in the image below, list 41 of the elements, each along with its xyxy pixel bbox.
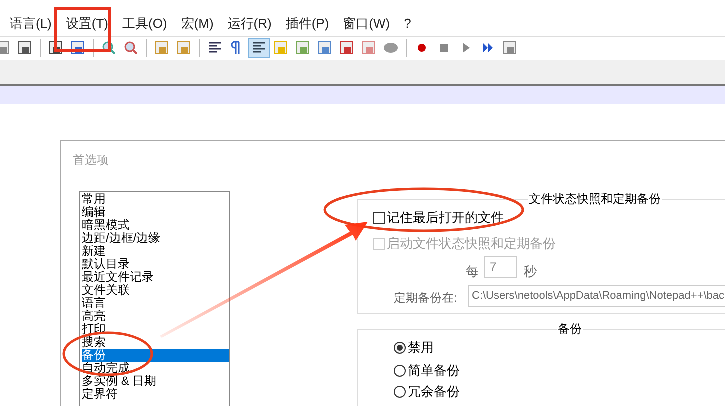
annotation-rectangle	[54, 8, 112, 52]
category-item[interactable]: 语言	[82, 297, 229, 310]
menu-item[interactable]: 插件(P)	[284, 14, 332, 34]
category-item[interactable]: 打印	[82, 323, 229, 336]
category-item[interactable]: 搜索	[82, 336, 229, 349]
backup-radio[interactable]: 简单备份	[394, 361, 460, 380]
menu-item[interactable]: 设置(T)	[64, 14, 110, 34]
every-label: 每	[466, 263, 479, 281]
path-label: 定期备份在:	[394, 290, 458, 307]
category-item[interactable]: 默认目录	[82, 258, 229, 271]
seconds-label: 秒	[524, 263, 537, 281]
wrap-icon	[207, 40, 223, 56]
zoom-in-icon	[101, 40, 117, 56]
category-item[interactable]: 多实例 & 日期	[82, 375, 229, 388]
category-item[interactable]: 定界符	[82, 388, 229, 401]
category-item[interactable]: 文件关联	[82, 284, 229, 297]
category-item[interactable]: 编辑	[82, 206, 229, 219]
category-item[interactable]: 边距/边框/边缘	[82, 232, 229, 245]
dialog-title: 首选项	[73, 152, 109, 169]
group-title: 文件状态快照和定期备份	[528, 191, 662, 207]
menu-item[interactable]: 宏(M)	[179, 14, 216, 34]
interval-field[interactable]: 7	[484, 256, 517, 278]
menu-item[interactable]: ?	[402, 14, 414, 34]
remember-last-checkbox[interactable]: 记住最后打开的文件	[373, 208, 504, 228]
menu-item[interactable]: 语言(L)	[8, 14, 54, 34]
category-item[interactable]: 常用	[82, 193, 229, 206]
category-item[interactable]: 高亮	[82, 310, 229, 323]
backup-path-field[interactable]: C:\Users\netools\AppData\Roaming\Notepad++\bac	[468, 285, 725, 307]
menu-item[interactable]: 工具(O)	[120, 14, 170, 34]
backup-radio[interactable]: 冗余备份	[394, 382, 460, 402]
category-item[interactable]: 备份	[82, 349, 229, 362]
category-item[interactable]: 新建	[82, 245, 229, 258]
category-item[interactable]: 最近文件记录	[82, 271, 229, 284]
toolbar-button[interactable]	[248, 38, 270, 58]
indent-icon	[251, 40, 267, 56]
backup-radio[interactable]: 禁用	[394, 338, 434, 358]
zoom-out-icon	[123, 40, 139, 56]
group-title: 备份	[557, 321, 583, 337]
menu-item[interactable]: 运行(R)	[226, 14, 274, 34]
category-item[interactable]: 暗黑模式	[82, 219, 229, 232]
menu-item[interactable]: 窗口(W)	[341, 14, 392, 34]
